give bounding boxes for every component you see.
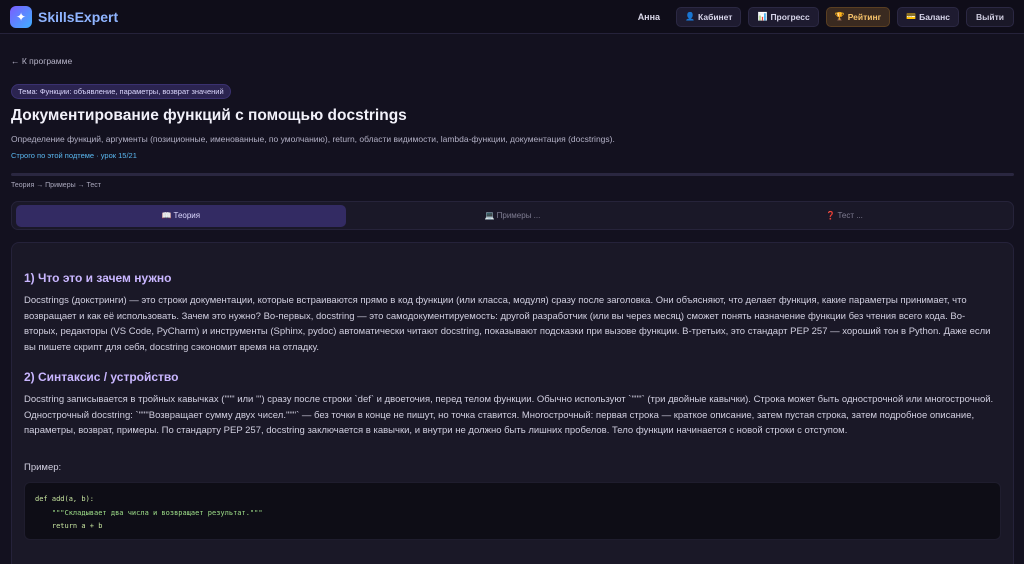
section-2-title: 2) Синтаксис / устройство (24, 370, 179, 384)
code-example: def add(a, b): """Складывает два числа и… (24, 482, 1001, 540)
lesson-progress-bar (11, 173, 1014, 176)
logo-glyph: ✦ (15, 9, 27, 24)
trophy-icon: 🏆 (834, 12, 845, 21)
code-line: def add(a, b): (35, 495, 95, 503)
nav-progress-button[interactable]: 📊 Прогресс (748, 6, 819, 27)
nav-cabinet-button[interactable]: 👤 Кабинет (676, 6, 742, 27)
section-1-text: Docstrings (докстринги) — это строки док… (24, 295, 991, 353)
code-line: """Складывает два числа и возвращает рез… (35, 508, 263, 517)
lesson-meta: Строго по этой подтеме · урок 15/21 (11, 151, 137, 160)
nav-cabinet-label: Кабинет (698, 11, 733, 22)
nav-rating-label: Рейтинг (847, 11, 882, 22)
step-breadcrumb: Теория → Примеры → Тест (11, 182, 101, 189)
laptop-icon: 💻 (484, 211, 495, 220)
code-line: return a + b (35, 522, 103, 530)
top-navbar: ✦ SkillsExpert Анна 👤 Кабинет 📊 Прогресс… (0, 0, 1024, 34)
nav-balance-button[interactable]: 💳 Баланс (897, 6, 959, 27)
tab-theory[interactable]: 📖 Теория (16, 204, 346, 227)
example-label: Пример: (24, 462, 62, 473)
tab-examples-label: Примеры ... (496, 211, 541, 220)
nav-rating-button[interactable]: 🏆 Рейтинг (825, 6, 891, 27)
user-icon: 👤 (685, 12, 696, 21)
tab-test-label: Тест ... (837, 211, 863, 220)
section-2-text: Docstring записывается в тройных кавычка… (24, 394, 994, 437)
section-1-title: 1) Что это и зачем нужно (24, 271, 172, 285)
logo-icon[interactable]: ✦ (10, 5, 32, 28)
theory-content-card: 1) Что это и зачем нужно Docstrings (док… (11, 242, 1014, 564)
user-name: Анна (637, 11, 661, 22)
book-icon: 📖 (161, 211, 172, 220)
nav-actions: Анна 👤 Кабинет 📊 Прогресс 🏆 Рейтинг 💳 Ба… (637, 6, 1014, 27)
lesson-tabs: 📖 Теория 💻 Примеры ... ❓ Тест ... (11, 201, 1014, 230)
card-icon: 💳 (906, 12, 917, 21)
topic-badge: Тема: Функции: объявление, параметры, во… (11, 84, 231, 99)
page-title: Документирование функций с помощью docst… (11, 107, 407, 124)
tab-theory-label: Теория (173, 211, 201, 220)
page-description: Определение функций, аргументы (позицион… (11, 134, 615, 144)
tab-examples[interactable]: 💻 Примеры ... (348, 205, 678, 227)
back-to-program-link[interactable]: ← К программе (11, 56, 72, 66)
nav-balance-label: Баланс (919, 11, 950, 22)
question-icon: ❓ (825, 211, 836, 220)
app-name[interactable]: SkillsExpert (38, 9, 118, 25)
logout-button[interactable]: Выйти (965, 6, 1014, 27)
tab-test[interactable]: ❓ Тест ... (679, 205, 1009, 227)
nav-progress-label: Прогресс (770, 11, 810, 22)
chart-icon: 📊 (757, 12, 768, 21)
